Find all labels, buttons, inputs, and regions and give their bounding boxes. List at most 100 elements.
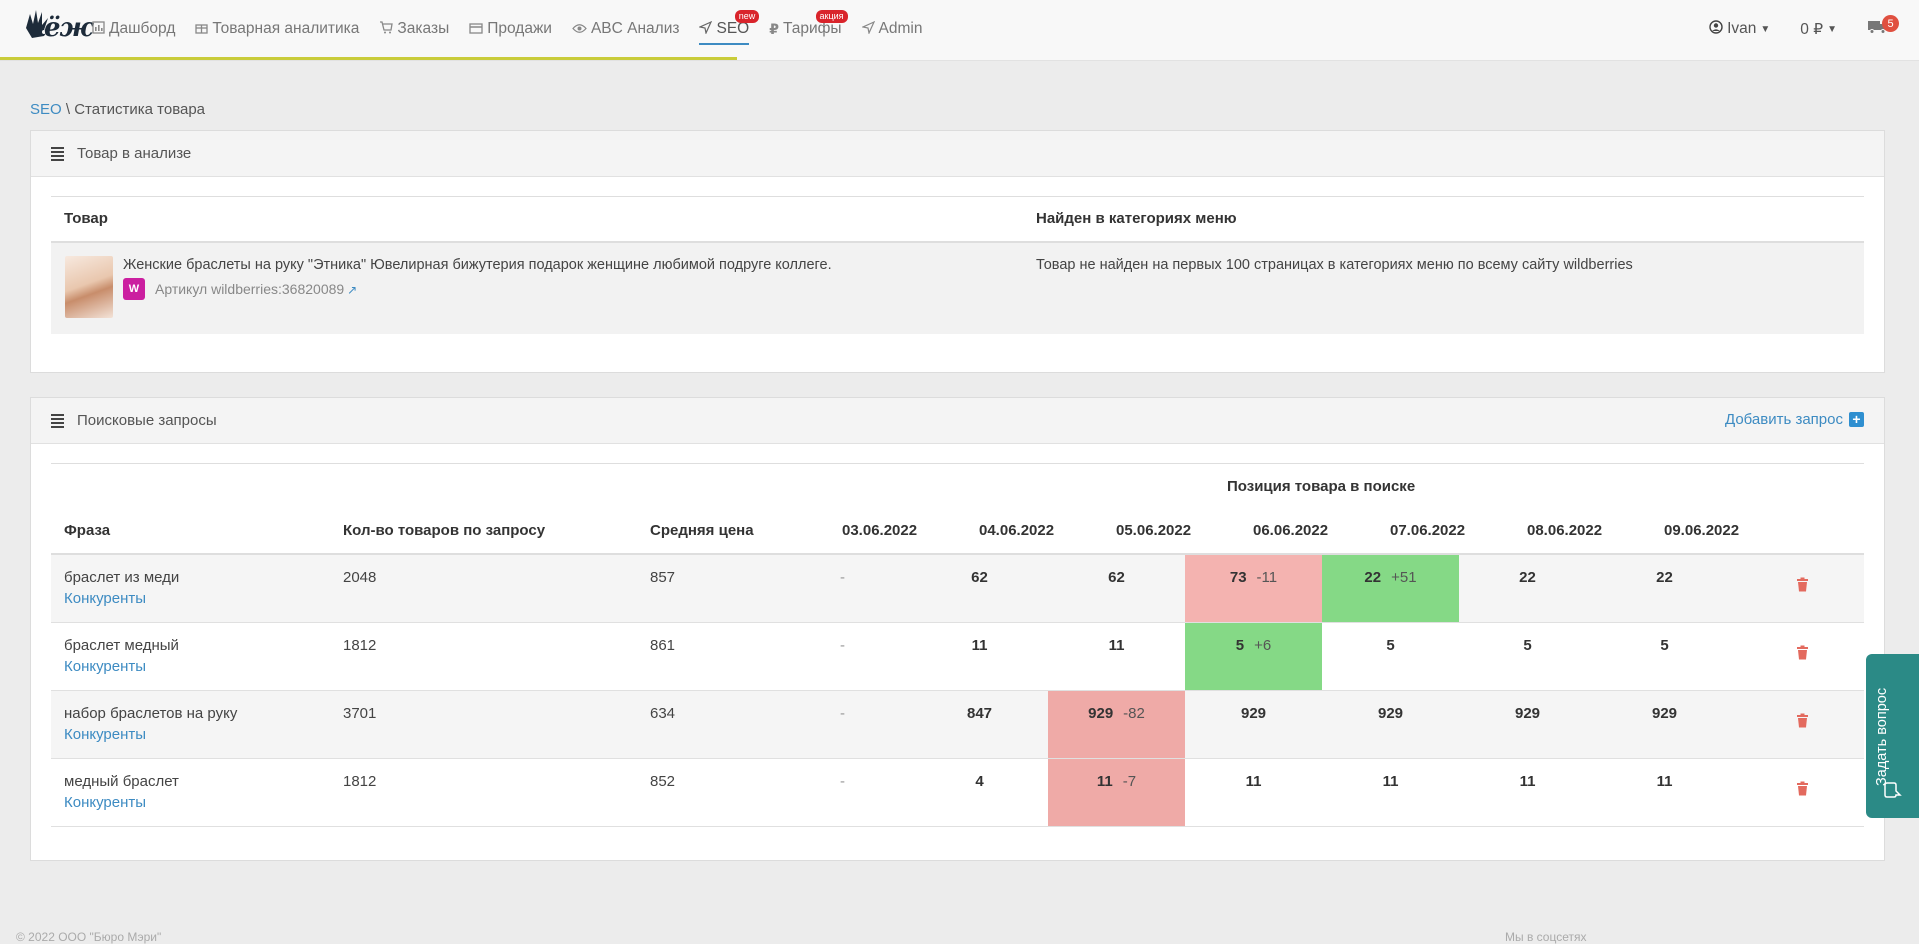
position-cell: - [774, 759, 911, 826]
table-header: Товар Найден в категориях меню [51, 197, 1864, 243]
table-row: набор браслетов на руку Конкуренты 3701 634… [51, 691, 1864, 759]
balance-menu[interactable]: 0 ₽ ▼ [1800, 20, 1837, 39]
footer-social[interactable]: Мы в соцсетях [1505, 930, 1586, 944]
position-value-wrap: 11 [1185, 773, 1322, 790]
position-cell: - [774, 691, 911, 758]
position-cell: 11 [911, 623, 1048, 690]
nav-dashboard[interactable]: Дашборд [92, 0, 175, 58]
promo-badge: акция [815, 10, 848, 23]
logo[interactable]: ёж [24, 8, 93, 48]
gift-icon [195, 21, 209, 37]
nav-sales[interactable]: Продажи [469, 0, 552, 58]
nav-abc-analysis[interactable]: ABC Анализ [572, 0, 679, 58]
position-value-wrap: 11 [1322, 773, 1459, 790]
position-value-wrap: 22 +51 [1322, 569, 1459, 586]
position-value: 73 [1229, 569, 1247, 586]
query-phrase: набор браслетов на руку [64, 705, 238, 722]
send-icon [860, 20, 875, 37]
trash-icon[interactable] [1796, 713, 1809, 732]
cart-icon [379, 21, 394, 37]
position-delta: +51 [1391, 569, 1417, 586]
position-value-wrap: 929 [1596, 705, 1733, 722]
competitors-link[interactable]: Конкуренты [64, 726, 146, 743]
send-icon [698, 20, 713, 37]
card-icon [469, 21, 483, 37]
table-header: Фраза Кол-во товаров по запросу Средняя … [51, 506, 1864, 555]
position-cell: 929 [1459, 691, 1596, 758]
position-value-wrap: 929 [1185, 705, 1322, 722]
position-cell: 929 -82 [1048, 691, 1185, 758]
product-thumbnail[interactable] [65, 256, 113, 318]
position-value: - [840, 705, 845, 722]
position-cell: 847 [911, 691, 1048, 758]
breadcrumb-seo-link[interactable]: SEO [30, 101, 62, 118]
trash-icon[interactable] [1796, 645, 1809, 664]
position-value-wrap: 5 [1596, 637, 1733, 654]
trash-icon[interactable] [1796, 781, 1809, 800]
nav-seo[interactable]: SEO new [698, 0, 760, 58]
position-value-wrap: 847 [911, 705, 1048, 722]
new-badge: new [734, 10, 760, 23]
competitors-link[interactable]: Конкуренты [64, 590, 146, 607]
product-table: Товар Найден в категориях меню Женские б… [51, 196, 1864, 334]
position-cell: 5 [1459, 623, 1596, 690]
query-count: 1812 [343, 773, 377, 790]
logo-text: ёж [44, 13, 93, 43]
competitors-link[interactable]: Конкуренты [64, 658, 146, 675]
position-cell: 22 [1459, 555, 1596, 622]
position-cell: 4 [911, 759, 1048, 826]
position-value: 5 [1660, 637, 1669, 654]
nav-label: Admin [878, 20, 923, 37]
add-query-button[interactable]: Добавить запрос + [1725, 411, 1864, 428]
nav-admin[interactable]: Admin [860, 0, 923, 58]
product-panel: Товар в анализе Товар Найден в категория… [30, 130, 1885, 373]
position-delta: +6 [1254, 637, 1272, 654]
article-text: Артикул wildberries:36820089 [155, 281, 345, 297]
nav-label: Продажи [487, 20, 552, 37]
col-header-date: 09.06.2022 [1664, 522, 1740, 539]
user-area: Ivan ▼ 0 ₽ ▼ 5 [1709, 0, 1899, 58]
nav-label: Заказы [397, 20, 450, 37]
delivery-cart[interactable]: 5 [1867, 15, 1899, 39]
trash-icon[interactable] [1796, 577, 1809, 596]
position-value-wrap: 929 [1459, 705, 1596, 722]
position-cell: 62 [1048, 555, 1185, 622]
breadcrumb-separator: \ [61, 101, 75, 118]
position-value-wrap: - [774, 569, 911, 586]
position-value: 929 [1240, 705, 1267, 722]
nav-product-analytics[interactable]: Товарная аналитика [195, 0, 359, 58]
position-value: 11 [1245, 773, 1262, 790]
top-navbar: ёж Дашборд Товарная аналитика Заказы Про… [0, 0, 1919, 61]
position-value: 5 [1386, 637, 1395, 654]
position-value: 22 [1656, 569, 1673, 586]
competitors-link[interactable]: Конкуренты [64, 794, 146, 811]
position-cell: - [774, 555, 911, 622]
position-value: - [840, 637, 845, 654]
positions-group-title: Позиция товара в поиске [1227, 478, 1416, 495]
nav-tariffs[interactable]: ₽ Тарифы акция [769, 0, 848, 58]
list-icon [51, 146, 64, 161]
user-menu[interactable]: Ivan ▼ [1709, 19, 1770, 39]
footer-copyright: © 2022 ООО "Бюро Мэри" [16, 930, 162, 944]
cart-count-badge: 5 [1882, 15, 1899, 32]
position-value: 11 [1096, 773, 1113, 790]
position-value: 22 [1364, 569, 1382, 586]
article-link[interactable]: Артикул wildberries:36820089 ↗ [155, 281, 357, 297]
position-value-wrap: 5 [1322, 637, 1459, 654]
group-header: Позиция товара в поиске [51, 464, 1864, 506]
query-phrase: медный браслет [64, 773, 179, 790]
panel-title: Поисковые запросы [77, 412, 217, 429]
position-value: 22 [1519, 569, 1536, 586]
add-query-label: Добавить запрос [1725, 411, 1843, 428]
position-value: 4 [975, 773, 984, 790]
position-value-wrap: 73 -11 [1185, 569, 1322, 586]
ask-question-tab[interactable]: Задать вопрос [1866, 654, 1919, 818]
nav-orders[interactable]: Заказы [379, 0, 449, 58]
position-cell: 11 [1596, 759, 1733, 826]
not-found-text: Товар не найден на первых 100 страницах … [1036, 257, 1633, 273]
external-link-icon: ↗ [347, 283, 358, 297]
col-header-date: 03.06.2022 [842, 522, 918, 539]
position-value: - [840, 569, 845, 586]
breadcrumb-current: Статистика товара [74, 101, 206, 118]
position-value-wrap: 62 [1048, 569, 1185, 586]
